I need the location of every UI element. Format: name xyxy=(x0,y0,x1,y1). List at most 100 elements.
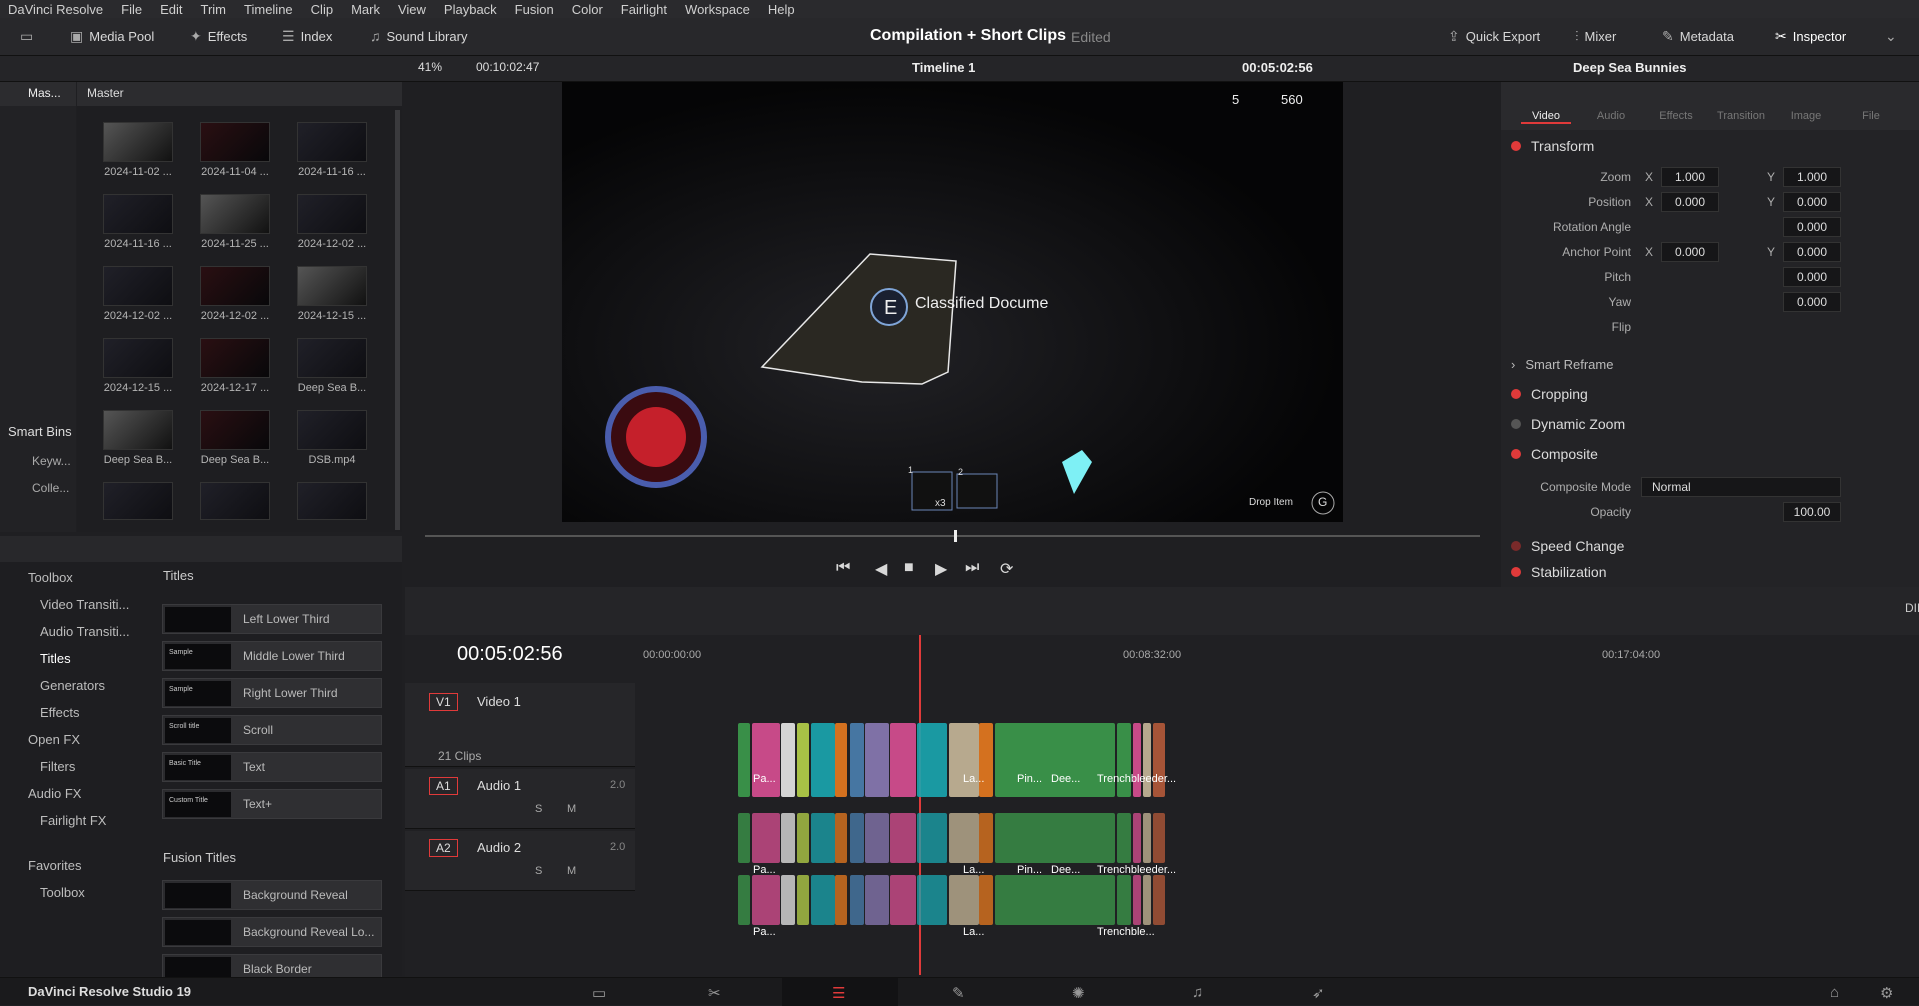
viewer[interactable]: E Classified Docume 5 560 1 2 x3 Drop It… xyxy=(562,82,1343,522)
disabled-icon[interactable] xyxy=(1511,419,1521,429)
layout-icon[interactable]: ▭ xyxy=(20,28,33,45)
clip-thumbnail[interactable] xyxy=(103,122,173,162)
effects-tree-item[interactable]: Toolbox xyxy=(40,885,85,900)
inspector-tab[interactable]: File xyxy=(1846,110,1896,122)
effects-tree-item[interactable]: Toolbox xyxy=(28,570,73,585)
a2-badge[interactable]: A2 xyxy=(429,839,458,857)
dynamic-zoom-section[interactable]: Dynamic Zoom xyxy=(1511,410,1625,438)
title-template[interactable]: Basic Title Text xyxy=(162,752,382,782)
effects-tree-item[interactable]: Titles xyxy=(40,651,71,666)
fairlight-page-icon[interactable]: ♫ xyxy=(1192,984,1203,1001)
clip-thumbnail[interactable] xyxy=(200,338,270,378)
effects-tree-item[interactable]: Open FX xyxy=(28,732,80,747)
timeline-clip[interactable] xyxy=(995,875,1115,925)
timeline-clip[interactable] xyxy=(1143,875,1151,925)
menu-file[interactable]: File xyxy=(113,2,142,17)
clip-thumbnail[interactable] xyxy=(297,266,367,306)
scrubber-playhead[interactable] xyxy=(954,530,957,542)
timeline-clip[interactable] xyxy=(1117,723,1131,797)
timeline-clip[interactable] xyxy=(797,875,809,925)
effects-tree-item[interactable]: Effects xyxy=(40,705,80,720)
effects-tree-item[interactable]: Favorites xyxy=(28,858,81,873)
clip-thumbnail[interactable] xyxy=(200,410,270,450)
clip-thumbnail[interactable] xyxy=(103,338,173,378)
effects-tree-item[interactable]: Audio FX xyxy=(28,786,81,801)
enabled-icon[interactable] xyxy=(1511,141,1521,151)
timeline-name[interactable]: Timeline 1 xyxy=(912,60,975,75)
timeline-clip[interactable] xyxy=(1133,723,1141,797)
a1-badge[interactable]: A1 xyxy=(429,777,458,795)
menu-workspace[interactable]: Workspace xyxy=(677,2,750,17)
opacity-field[interactable]: 100.00 xyxy=(1783,502,1841,522)
clip-thumbnail[interactable] xyxy=(200,194,270,234)
menu-playback[interactable]: Playback xyxy=(436,2,497,17)
title-template[interactable]: Sample Middle Lower Third xyxy=(162,641,382,671)
inspector-tab[interactable]: Image xyxy=(1781,110,1831,122)
last-frame-icon[interactable]: ⏭ xyxy=(965,559,979,577)
timeline-clip[interactable] xyxy=(1143,813,1151,863)
inspector-button[interactable]: ✂ Inspector xyxy=(1775,28,1846,45)
timeline-clip[interactable] xyxy=(797,813,809,863)
effects-tree-item[interactable]: Fairlight FX xyxy=(40,813,106,828)
loop-icon[interactable]: ⟳ xyxy=(1000,559,1013,579)
menu-trim[interactable]: Trim xyxy=(193,2,227,17)
timeline-clip[interactable] xyxy=(738,723,750,797)
position-x-field[interactable]: 0.000 xyxy=(1661,192,1719,212)
a2-solo[interactable]: S xyxy=(535,865,542,877)
enabled-icon[interactable] xyxy=(1511,567,1521,577)
inspector-tab[interactable]: Transition xyxy=(1716,110,1766,122)
effects-tree-item[interactable]: Audio Transiti... xyxy=(40,624,130,639)
timeline-clip[interactable] xyxy=(835,875,847,925)
timeline-clip[interactable] xyxy=(1153,723,1165,797)
timeline-clip[interactable] xyxy=(1143,723,1151,797)
speed-change-section[interactable]: Speed Change xyxy=(1511,532,1624,560)
menu-timeline[interactable]: Timeline xyxy=(236,2,293,17)
clip-thumbnail[interactable] xyxy=(200,266,270,306)
play-icon[interactable]: ▶ xyxy=(935,559,947,579)
zoom-x-field[interactable]: 1.000 xyxy=(1661,167,1719,187)
timeline-clip[interactable] xyxy=(949,875,979,925)
timeline-clip[interactable] xyxy=(835,723,847,797)
clip-thumbnail[interactable] xyxy=(103,482,173,520)
timeline-clip[interactable] xyxy=(835,813,847,863)
clip-thumbnail[interactable] xyxy=(200,122,270,162)
clip-thumbnail[interactable] xyxy=(297,338,367,378)
composite-section[interactable]: Composite xyxy=(1511,440,1598,468)
timeline-clip[interactable] xyxy=(797,723,809,797)
enabled-icon[interactable] xyxy=(1511,389,1521,399)
scrubber-bar[interactable] xyxy=(425,535,1480,537)
smart-reframe-section[interactable]: › Smart Reframe xyxy=(1511,350,1613,378)
enabled-icon[interactable] xyxy=(1511,541,1521,551)
yaw-field[interactable]: 0.000 xyxy=(1783,292,1841,312)
reverse-icon[interactable]: ◀ xyxy=(875,559,887,579)
timeline-clip[interactable] xyxy=(865,813,889,863)
pitch-field[interactable]: 0.000 xyxy=(1783,267,1841,287)
timeline-clip[interactable] xyxy=(811,813,835,863)
timeline-clip[interactable] xyxy=(811,723,835,797)
effects-button[interactable]: ✦ Effects xyxy=(190,28,247,45)
sound-library-button[interactable]: ♫ Sound Library xyxy=(370,28,467,44)
timeline-clip[interactable] xyxy=(890,723,916,797)
title-template[interactable]: Scroll title Scroll xyxy=(162,715,382,745)
collapse-icon[interactable]: ⌄ xyxy=(1885,28,1897,45)
timeline-clip[interactable] xyxy=(917,723,947,797)
edit-page-icon[interactable]: ☰ xyxy=(832,984,845,1002)
effects-tree-item[interactable]: Video Transiti... xyxy=(40,597,129,612)
timeline-clip[interactable] xyxy=(979,875,993,925)
a1-mute[interactable]: M xyxy=(567,803,576,815)
bin-master-short[interactable]: Mas... xyxy=(28,86,61,100)
transform-section[interactable]: Transform xyxy=(1511,132,1594,160)
timeline-clip[interactable] xyxy=(850,813,864,863)
timeline-clip[interactable] xyxy=(738,875,750,925)
menu-fairlight[interactable]: Fairlight xyxy=(613,2,667,17)
enabled-icon[interactable] xyxy=(1511,449,1521,459)
zoom-level[interactable]: 41% xyxy=(418,60,442,74)
menu-help[interactable]: Help xyxy=(760,2,795,17)
app-menu[interactable]: DaVinci Resolve xyxy=(0,2,103,17)
position-y-field[interactable]: 0.000 xyxy=(1783,192,1841,212)
mixer-button[interactable]: ⫶ Mixer xyxy=(1575,28,1616,45)
inspector-tab[interactable]: Audio xyxy=(1586,110,1636,122)
fusion-page-icon[interactable]: ✎ xyxy=(952,984,965,1002)
cut-page-icon[interactable]: ✂ xyxy=(708,984,721,1002)
a2-mute[interactable]: M xyxy=(567,865,576,877)
